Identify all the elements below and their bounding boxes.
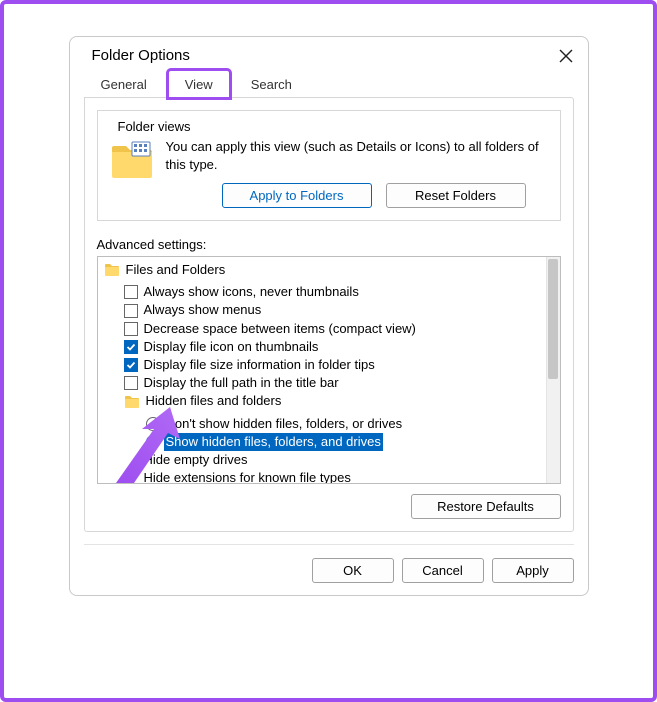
folder-icon <box>124 395 140 409</box>
tree-item[interactable]: Hide empty drives <box>124 451 542 469</box>
folder-views-icon <box>110 140 154 180</box>
tree-item-label: Hide empty drives <box>142 451 250 469</box>
tree-root: Files and Folders Always show icons, nev… <box>104 261 542 483</box>
cancel-button[interactable]: Cancel <box>402 558 484 583</box>
folder-options-window: Folder Options General View Search Folde… <box>69 36 589 596</box>
tree-item[interactable]: Display file size information in folder … <box>124 356 542 374</box>
tree-item[interactable]: Show hidden files, folders, and drives <box>146 433 542 451</box>
tree-scroll-thumb[interactable] <box>548 259 558 379</box>
tree-item-label: Display file size information in folder … <box>142 356 377 374</box>
tree-scrollbar[interactable] <box>546 257 560 483</box>
tab-general[interactable]: General <box>84 70 164 98</box>
folder-views-text: You can apply this view (such as Details… <box>166 138 548 173</box>
folder-views-group: Folder views You can apply this view (su… <box>97 110 561 221</box>
checkbox[interactable] <box>124 358 138 372</box>
tree-item-label: Show hidden files, folders, and drives <box>164 433 383 451</box>
tab-view[interactable]: View <box>168 70 230 98</box>
checkbox[interactable] <box>124 304 138 318</box>
tab-strip: General View Search <box>70 70 588 98</box>
tab-panel-view: Folder views You can apply this view (su… <box>84 97 574 532</box>
radio[interactable] <box>146 417 160 431</box>
close-icon[interactable] <box>558 48 574 64</box>
tree-item-label: Display the full path in the title bar <box>142 374 341 392</box>
tree-item[interactable]: Always show menus <box>124 301 542 319</box>
tab-search[interactable]: Search <box>234 70 309 98</box>
folder-views-legend: Folder views <box>114 119 195 134</box>
restore-defaults-button[interactable]: Restore Defaults <box>411 494 561 519</box>
tree-item[interactable]: Don't show hidden files, folders, or dri… <box>146 415 542 433</box>
tree-item-label: Always show menus <box>142 301 264 319</box>
window-title: Folder Options <box>92 47 190 64</box>
tree-item-label: Display file icon on thumbnails <box>142 338 321 356</box>
ok-button[interactable]: OK <box>312 558 394 583</box>
titlebar: Folder Options <box>70 37 588 70</box>
divider <box>84 544 574 545</box>
folder-icon <box>104 263 120 277</box>
checkbox[interactable] <box>124 285 138 299</box>
advanced-settings-tree[interactable]: Files and Folders Always show icons, nev… <box>97 256 561 484</box>
tree-item-label: Decrease space between items (compact vi… <box>142 320 418 338</box>
advanced-settings-label: Advanced settings: <box>97 237 561 252</box>
tree-item[interactable]: Display file icon on thumbnails <box>124 338 542 356</box>
tree-item[interactable]: Hide extensions for known file types <box>124 469 542 483</box>
checkbox[interactable] <box>124 376 138 390</box>
checkbox[interactable] <box>124 340 138 354</box>
checkbox[interactable] <box>124 322 138 336</box>
tree-item[interactable]: Display the full path in the title bar <box>124 374 542 392</box>
radio[interactable] <box>146 435 160 449</box>
tree-item-label: Always show icons, never thumbnails <box>142 283 361 301</box>
tree-item-label: Hide extensions for known file types <box>142 469 353 483</box>
apply-button[interactable]: Apply <box>492 558 574 583</box>
tree-item[interactable]: Always show icons, never thumbnails <box>124 283 542 301</box>
tree-item[interactable]: Decrease space between items (compact vi… <box>124 320 542 338</box>
tree-root-label: Files and Folders <box>124 261 228 279</box>
tree-item-label: Don't show hidden files, folders, or dri… <box>164 415 405 433</box>
tree-item-label: Hidden files and folders <box>144 392 284 410</box>
annotated-frame: Folder Options General View Search Folde… <box>0 0 657 702</box>
reset-folders-button[interactable]: Reset Folders <box>386 183 526 208</box>
dialog-button-row: OK Cancel Apply <box>70 551 588 595</box>
tree-item[interactable]: Hidden files and folders Don't show hidde… <box>124 392 542 451</box>
apply-to-folders-button[interactable]: Apply to Folders <box>222 183 372 208</box>
